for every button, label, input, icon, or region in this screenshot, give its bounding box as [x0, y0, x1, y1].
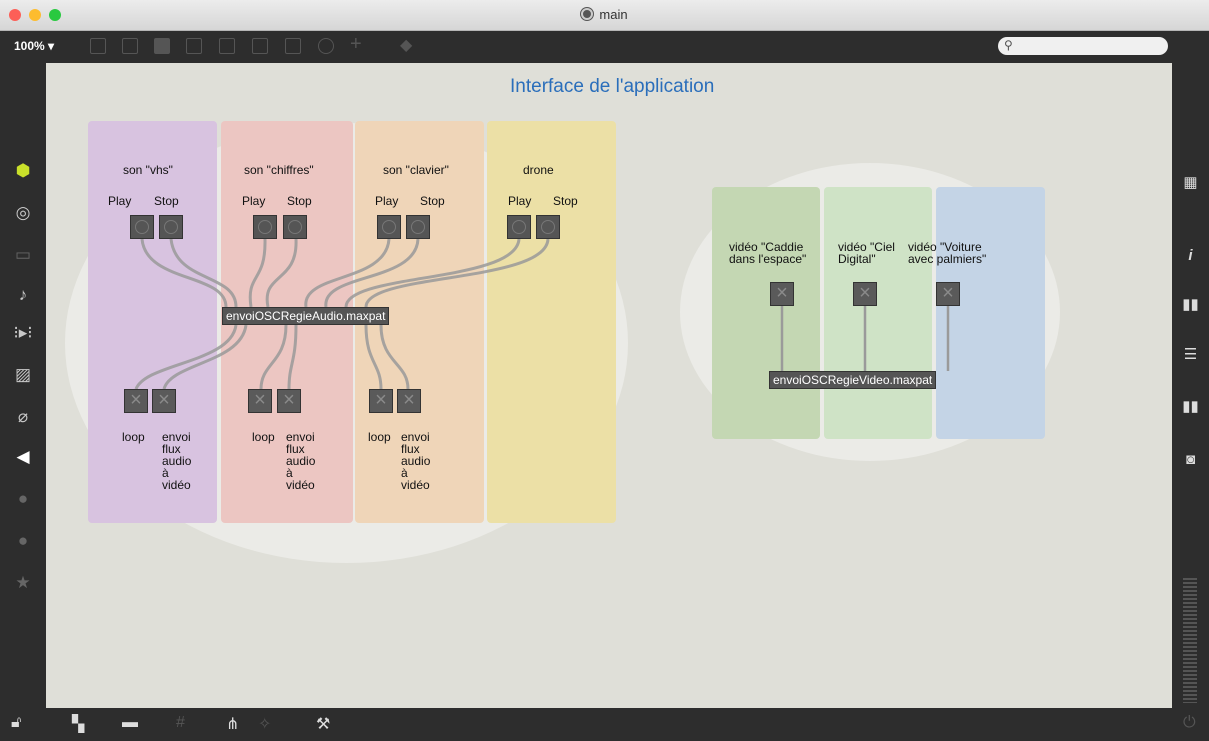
window-title: main — [599, 7, 628, 22]
window-titlebar: main — [0, 0, 1209, 31]
plug-icon[interactable]: ◀ — [0, 447, 46, 467]
paperclip-icon[interactable]: ⌀ — [0, 407, 46, 427]
b-icon[interactable]: ● — [0, 531, 46, 551]
document-icon — [581, 8, 594, 20]
search-icon: ⚲ — [1004, 38, 1013, 52]
audio-object-box[interactable]: envoiOSCRegieAudio.maxpat — [222, 307, 390, 325]
package-icon[interactable]: ⬢ — [0, 161, 46, 181]
video-object-box[interactable]: envoiOSCRegieVideo.maxpat — [769, 371, 937, 389]
loop-label-clavier: loop — [368, 430, 391, 444]
add-object-icon[interactable]: + — [350, 33, 362, 56]
loop-label-chiffres: loop — [252, 430, 275, 444]
reference-icon[interactable]: ▮▮ — [1172, 397, 1209, 415]
new-number-icon[interactable] — [252, 38, 268, 54]
video-toggle-voiture[interactable]: × — [936, 282, 960, 306]
grid-snap-icon[interactable]: # — [176, 714, 185, 732]
zoom-arrow-icon: ▾ — [48, 39, 55, 53]
video-toggle-caddie[interactable]: × — [770, 282, 794, 306]
play-button-clavier[interactable] — [377, 215, 401, 239]
send-toggle-vhs[interactable]: × — [152, 389, 176, 413]
image-icon[interactable]: ▨ — [0, 365, 46, 385]
right-sidebar: ▦ i ▮▮ ☰ ▮▮ ◙ — [1172, 63, 1209, 709]
star-icon[interactable]: ★ — [0, 573, 46, 593]
lock-icon[interactable]: 🔓︎ — [11, 714, 21, 732]
p-icon[interactable]: ● — [0, 489, 46, 509]
new-slider-icon[interactable] — [285, 38, 301, 54]
info-icon[interactable]: i — [1172, 247, 1209, 264]
video-label-caddie: vidéo "Caddie dans l'espace" — [729, 240, 807, 266]
windows-icon[interactable]: ▚ — [72, 714, 84, 734]
new-object-icon[interactable] — [90, 38, 106, 54]
play-label-drone: Play — [508, 194, 532, 208]
patcher-canvas[interactable]: Interface de l'application son "vhs" Pla… — [46, 63, 1172, 708]
stop-label-clavier: Stop — [420, 194, 445, 208]
book-icon[interactable]: ▮▮ — [1172, 295, 1209, 313]
play-label-chiffres: Play — [242, 194, 266, 208]
play-button-drone[interactable] — [507, 215, 531, 239]
list-icon[interactable]: ☰ — [1172, 345, 1209, 363]
new-dial-icon[interactable] — [318, 38, 334, 54]
paint-bucket-icon[interactable]: ◆ — [400, 35, 412, 55]
stop-button-drone[interactable] — [536, 215, 560, 239]
bottom-toolbar: 🔓︎ ▚ ▬ # ⋔ ✧ ⚒ ⏻ — [0, 708, 1209, 741]
wrench-icon[interactable]: ⚒ — [316, 714, 330, 734]
send-label-clavier: envoi flux audio à vidéo — [401, 430, 431, 492]
toolbar: 100% ▾ + ◆ ⚲ — [0, 31, 1209, 63]
new-button-icon[interactable] — [186, 38, 202, 54]
stop-label-chiffres: Stop — [287, 194, 312, 208]
new-message-icon[interactable] — [122, 38, 138, 54]
level-meter-icon — [1183, 578, 1197, 703]
stop-label-vhs: Stop — [154, 194, 179, 208]
send-toggle-chiffres[interactable]: × — [277, 389, 301, 413]
audio-label-clavier: son "clavier" — [383, 163, 449, 177]
stop-label-drone: Stop — [553, 194, 578, 208]
loop-toggle-vhs[interactable]: × — [124, 389, 148, 413]
send-label-vhs: envoi flux audio à vidéo — [162, 430, 192, 492]
hierarchy-icon[interactable]: ⋔ — [226, 714, 239, 734]
video-label-voiture: vidéo "Voiture avec palmiers" — [908, 240, 987, 266]
grid-icon[interactable]: ▦ — [1172, 173, 1209, 191]
audio-label-vhs: son "vhs" — [123, 163, 173, 177]
power-icon[interactable]: ⏻ — [1183, 714, 1196, 732]
presentation-icon[interactable]: ▬ — [122, 714, 138, 732]
play-label-vhs: Play — [108, 194, 132, 208]
zoom-control[interactable]: 100% ▾ — [14, 39, 54, 53]
send-toggle-clavier[interactable]: × — [397, 389, 421, 413]
patch-cords — [134, 238, 950, 390]
music-note-icon[interactable]: ♪ — [0, 285, 46, 305]
audio-label-chiffres: son "chiffres" — [244, 163, 314, 177]
search-field[interactable]: ⚲ — [998, 37, 1168, 55]
window-title-container: main — [0, 7, 1209, 22]
panel-icon[interactable]: ▭ — [0, 245, 46, 265]
zoom-value: 100% — [14, 39, 45, 53]
playlist-icon[interactable]: ⁝▸⁝ — [0, 323, 46, 343]
snapshot-icon[interactable]: ◙ — [1172, 451, 1209, 468]
play-button-chiffres[interactable] — [253, 215, 277, 239]
audio-label-drone: drone — [523, 163, 554, 177]
new-comment-icon[interactable] — [154, 38, 170, 54]
stop-button-clavier[interactable] — [406, 215, 430, 239]
stop-button-vhs[interactable] — [159, 215, 183, 239]
new-toggle-icon[interactable] — [219, 38, 235, 54]
video-toggle-ciel[interactable]: × — [853, 282, 877, 306]
play-label-clavier: Play — [375, 194, 399, 208]
video-label-ciel: vidéo "Ciel Digital" — [838, 240, 895, 266]
send-label-chiffres: envoi flux audio à vidéo — [286, 430, 316, 492]
loop-label-vhs: loop — [122, 430, 145, 444]
loop-toggle-chiffres[interactable]: × — [248, 389, 272, 413]
left-sidebar: ⬢ ◎ ▭ ♪ ⁝▸⁝ ▨ ⌀ ◀ ● ● ★ — [0, 63, 46, 709]
play-button-vhs[interactable] — [130, 215, 154, 239]
target-icon[interactable]: ◎ — [0, 203, 46, 223]
debug-icon[interactable]: ✧ — [258, 714, 271, 734]
stop-button-chiffres[interactable] — [283, 215, 307, 239]
loop-toggle-clavier[interactable]: × — [369, 389, 393, 413]
